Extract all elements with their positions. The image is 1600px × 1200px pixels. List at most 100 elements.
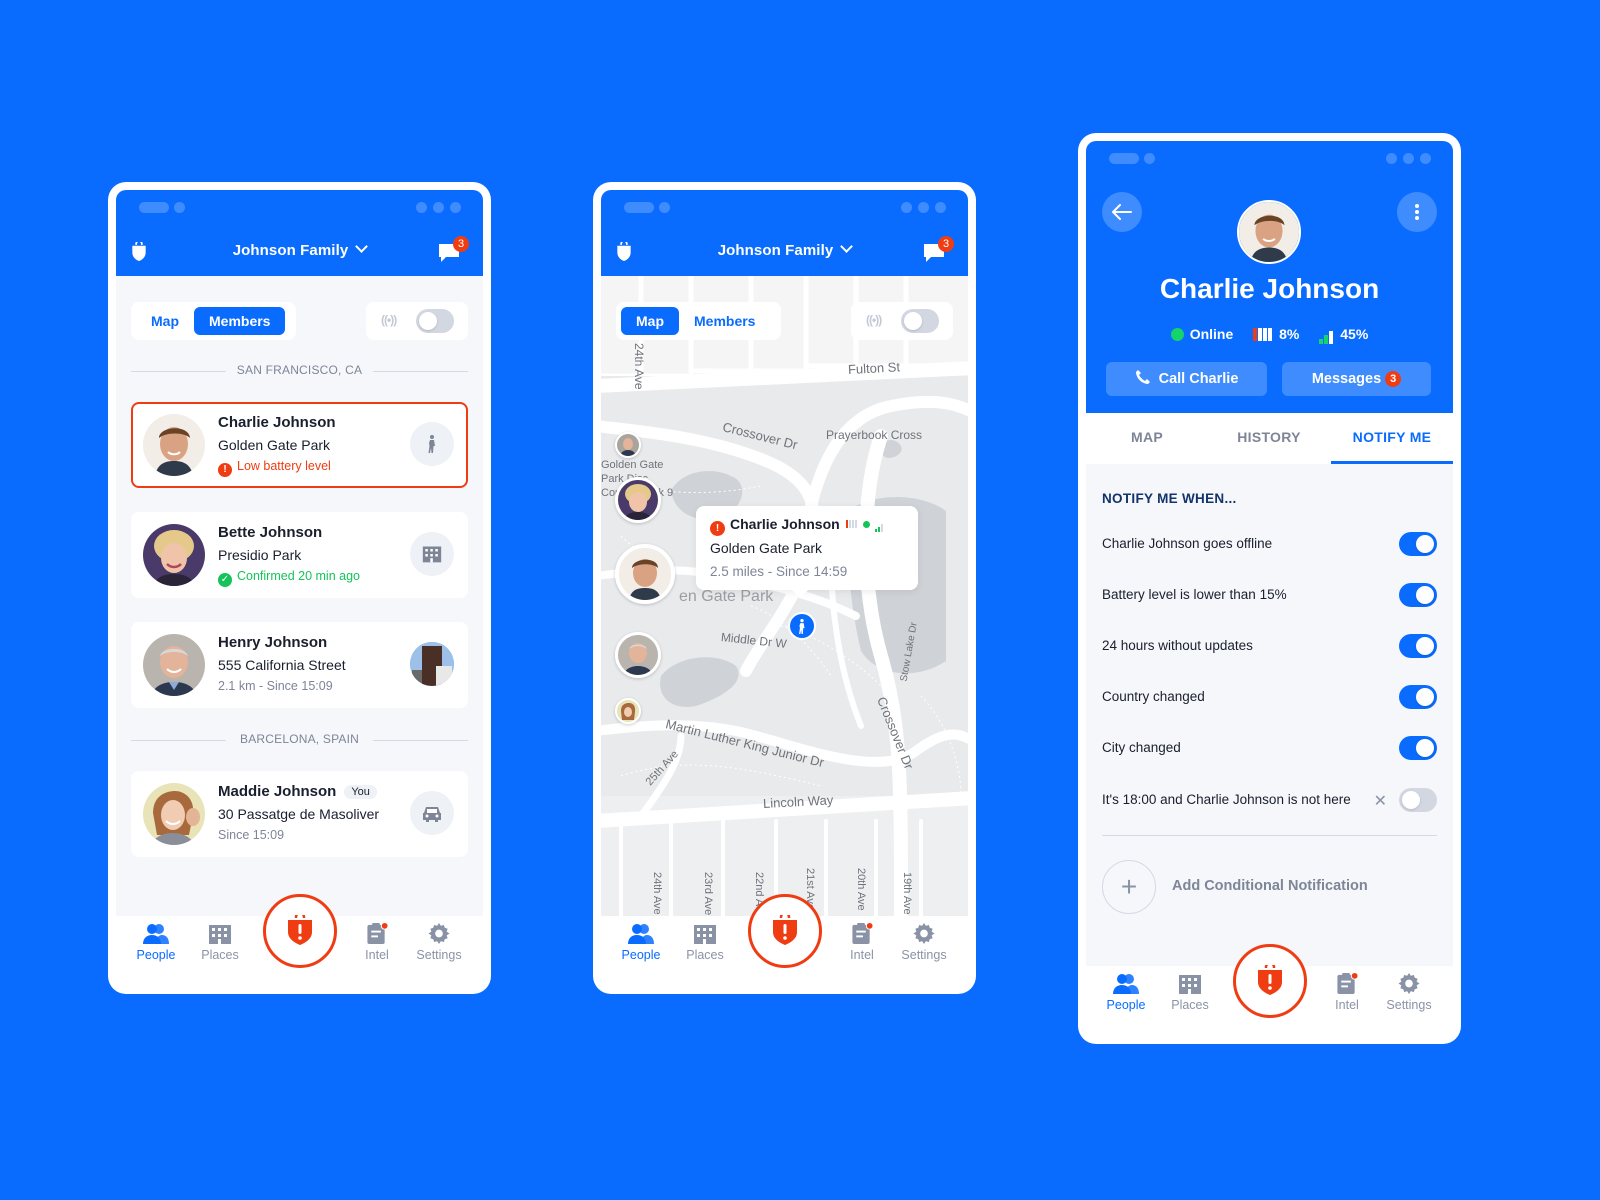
- nav-people[interactable]: People: [126, 922, 186, 962]
- sos-button[interactable]: [1232, 944, 1307, 1018]
- member-status: 2.1 km - Since 15:09: [218, 679, 333, 693]
- notify-row: Charlie Johnson goes offline: [1102, 530, 1437, 558]
- nav-intel[interactable]: Intel: [347, 922, 407, 962]
- check-icon: ✓: [218, 573, 232, 587]
- people-icon: [628, 924, 654, 944]
- building-icon: [209, 925, 231, 944]
- gear-icon: [913, 922, 935, 945]
- family-selector[interactable]: Johnson Family: [116, 240, 483, 259]
- messages-badge: 3: [1385, 371, 1402, 387]
- sos-shield-icon: [771, 915, 798, 947]
- add-notification-button[interactable]: +: [1102, 860, 1156, 914]
- member-status: ! Low battery level: [218, 459, 331, 477]
- live-tracking-control: ((•)): [366, 302, 468, 340]
- bottom-nav: People Places Intel Settings: [601, 894, 968, 986]
- section-label: SAN FRANCISCO, CA: [131, 363, 468, 379]
- building-icon: [1179, 975, 1201, 994]
- walking-icon: [410, 422, 454, 466]
- member-pin[interactable]: [615, 432, 641, 458]
- profile-avatar: [1237, 200, 1301, 264]
- gear-icon: [428, 922, 450, 945]
- phone-map-screen: Johnson Family 3 24th Ave Fulton St Cros…: [593, 182, 976, 994]
- nav-places[interactable]: Places: [675, 922, 735, 962]
- remove-icon[interactable]: ✕: [1374, 791, 1387, 811]
- nav-settings[interactable]: Settings: [1379, 972, 1439, 1012]
- tab-members[interactable]: Members: [679, 307, 770, 335]
- car-icon: [410, 791, 454, 835]
- notify-toggle[interactable]: [1399, 532, 1437, 556]
- member-name: Henry Johnson: [218, 634, 328, 651]
- tab-map[interactable]: Map: [136, 307, 194, 335]
- member-card[interactable]: Henry Johnson 555 California Street 2.1 …: [131, 622, 468, 708]
- sos-button[interactable]: [262, 894, 337, 968]
- member-name: Charlie Johnson: [218, 414, 336, 431]
- notify-toggle[interactable]: [1399, 736, 1437, 760]
- avatar: [143, 634, 205, 696]
- member-popup[interactable]: ! Charlie Johnson Golden Gate Park 2.5 mi…: [696, 506, 918, 598]
- family-selector[interactable]: Johnson Family: [601, 240, 968, 259]
- member-pin[interactable]: [615, 698, 641, 724]
- member-pin[interactable]: [615, 477, 661, 523]
- chevron-down-icon: [840, 240, 854, 253]
- tab-map[interactable]: MAP: [1086, 413, 1208, 464]
- more-vertical-icon: [1415, 204, 1419, 220]
- battery-icon: [1253, 328, 1273, 344]
- tab-members[interactable]: Members: [194, 307, 286, 335]
- member-pin-selected[interactable]: [615, 544, 675, 604]
- map-view[interactable]: 24th Ave Fulton St Crossover Dr Prayerbo…: [601, 276, 968, 916]
- people-icon: [1113, 974, 1139, 994]
- view-switcher: Map Members: [616, 302, 781, 340]
- street-label: 20th Ave: [855, 868, 867, 911]
- app-header: Johnson Family 3: [601, 230, 968, 276]
- profile-header: Charlie Johnson Online 8% 45% Call Charl…: [1086, 141, 1453, 413]
- nav-people[interactable]: People: [1096, 972, 1156, 1012]
- sos-button[interactable]: [747, 894, 822, 968]
- nav-settings[interactable]: Settings: [894, 922, 954, 962]
- tab-history[interactable]: HISTORY: [1208, 413, 1330, 464]
- building-icon: [694, 925, 716, 944]
- nav-places[interactable]: Places: [1160, 972, 1220, 1012]
- bottom-nav: People Places Intel Settings: [116, 894, 483, 986]
- profile-stats: Online 8% 45%: [1086, 326, 1453, 344]
- live-tracking-toggle[interactable]: [901, 309, 939, 333]
- tab-notify-me[interactable]: NOTIFY ME: [1331, 413, 1453, 464]
- member-name: Maddie Johnson You: [218, 783, 377, 800]
- gear-icon: [1398, 972, 1420, 995]
- notify-row: 24 hours without updates: [1102, 632, 1437, 660]
- signal-status: 45%: [1319, 326, 1368, 344]
- status-bar: [601, 190, 968, 230]
- street-label: 23rd Ave: [702, 872, 714, 916]
- walking-location-pin[interactable]: [788, 612, 816, 640]
- avatar: [143, 524, 205, 586]
- nav-settings[interactable]: Settings: [409, 922, 469, 962]
- member-card[interactable]: Maddie Johnson You 30 Passatge de Masoliv…: [131, 771, 468, 857]
- notify-row: City changed: [1102, 734, 1437, 762]
- back-button[interactable]: [1102, 192, 1142, 232]
- plus-icon: +: [1120, 871, 1138, 902]
- live-tracking-toggle[interactable]: [416, 309, 454, 333]
- notify-row: Country changed: [1102, 683, 1437, 711]
- nav-people[interactable]: People: [611, 922, 671, 962]
- member-location: Golden Gate Park: [218, 437, 331, 453]
- add-notification-label[interactable]: Add Conditional Notification: [1172, 878, 1368, 894]
- member-card[interactable]: Charlie Johnson Golden Gate Park ! Low ba…: [131, 402, 468, 488]
- broadcast-icon: ((•)): [381, 313, 397, 327]
- call-button[interactable]: Call Charlie: [1106, 362, 1267, 396]
- live-tracking-control: ((•)): [851, 302, 953, 340]
- notify-toggle[interactable]: [1399, 685, 1437, 709]
- more-button[interactable]: [1397, 192, 1437, 232]
- notify-toggle[interactable]: [1399, 634, 1437, 658]
- battery-icon: [845, 515, 858, 531]
- member-pin[interactable]: [615, 632, 661, 678]
- nav-places[interactable]: Places: [190, 922, 250, 962]
- tab-map[interactable]: Map: [621, 307, 679, 335]
- notify-title: NOTIFY ME WHEN...: [1102, 491, 1237, 506]
- messages-button[interactable]: Messages 3: [1282, 362, 1431, 396]
- member-location: 30 Passatge de Masoliver: [218, 806, 380, 822]
- notify-toggle[interactable]: [1399, 583, 1437, 607]
- member-card[interactable]: Bette Johnson Presidio Park ✓ Confirmed 2…: [131, 512, 468, 598]
- notify-toggle[interactable]: [1399, 788, 1437, 812]
- nav-intel[interactable]: Intel: [832, 922, 892, 962]
- street-label: Fulton St: [847, 359, 901, 377]
- nav-intel[interactable]: Intel: [1317, 972, 1377, 1012]
